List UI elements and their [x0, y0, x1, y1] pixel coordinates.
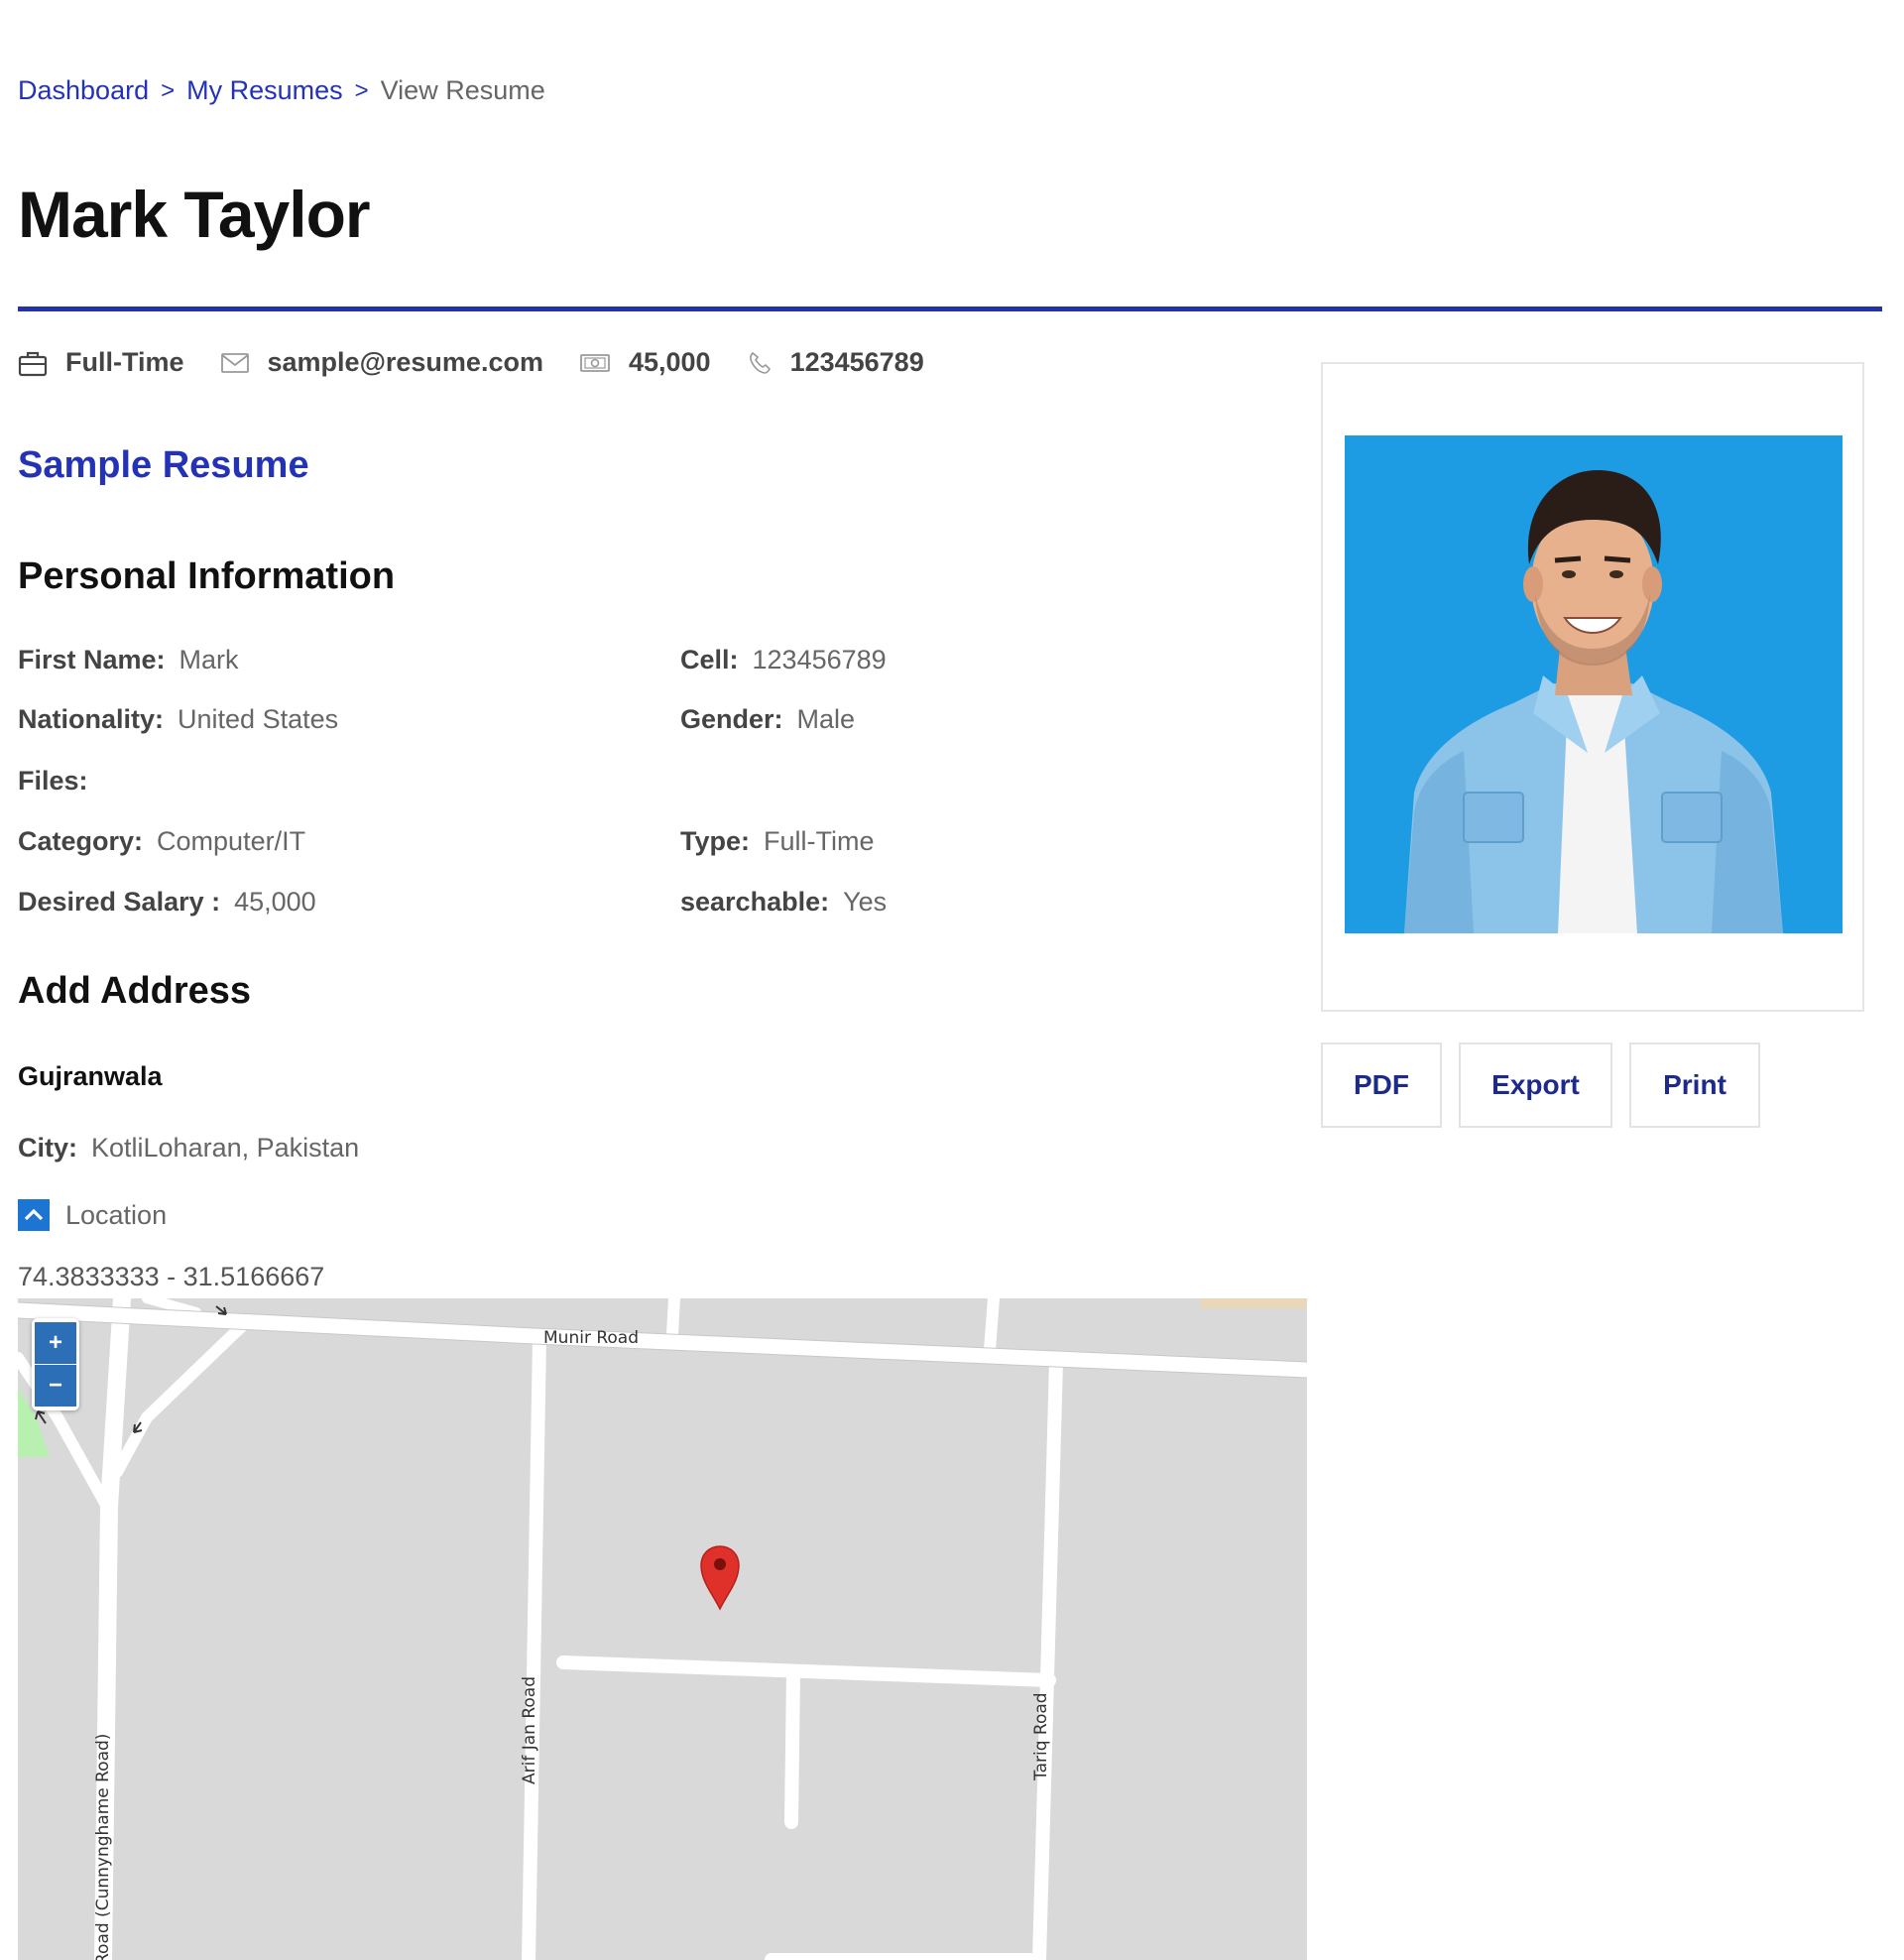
- phone-icon: [749, 351, 771, 374]
- field-value: Mark: [178, 645, 239, 674]
- map-pin-icon[interactable]: [698, 1543, 742, 1616]
- envelope-icon: [220, 352, 249, 373]
- city-field: City: KotliLoharan, Pakistan: [18, 1133, 359, 1164]
- profile-photo-card: [1321, 362, 1864, 1012]
- location-coordinates: 74.3833333 - 31.5166667: [18, 1262, 325, 1291]
- breadcrumb-current: View Resume: [380, 75, 545, 105]
- map-zoom-control: + −: [32, 1318, 79, 1410]
- first-name-field: First Name: Mark: [18, 645, 239, 675]
- gender-field: Gender: Male: [680, 704, 855, 735]
- field-label: searchable:: [680, 887, 830, 917]
- field-label: Category:: [18, 826, 144, 856]
- meta-phone: 123456789: [747, 347, 924, 378]
- desired-salary-field: Desired Salary : 45,000: [18, 887, 316, 918]
- meta-salary: 45,000: [579, 347, 711, 378]
- breadcrumb-my-resumes-link[interactable]: My Resumes: [186, 75, 343, 106]
- address-name: Gujranwala: [18, 1061, 163, 1091]
- zoom-in-button[interactable]: +: [35, 1322, 76, 1364]
- chevron-up-icon: [18, 1199, 50, 1231]
- road-label-arif-jan: Arif Jan Road: [520, 1676, 539, 1784]
- meta-email-text: sample@resume.com: [267, 347, 543, 377]
- road-label-cunnynghame: Road (Cunnynghame Road): [93, 1733, 113, 1960]
- breadcrumb-dashboard-link[interactable]: Dashboard: [18, 75, 149, 106]
- export-button[interactable]: Export: [1459, 1042, 1612, 1128]
- meta-salary-text: 45,000: [628, 347, 711, 377]
- field-label: First Name:: [18, 645, 166, 674]
- resume-meta-row: Full-Time sample@resume.com 45,000 12345…: [18, 347, 960, 378]
- meta-job-type-text: Full-Time: [65, 347, 184, 377]
- resume-title: Sample Resume: [18, 444, 309, 486]
- category-field: Category: Computer/IT: [18, 826, 305, 857]
- meta-phone-text: 123456789: [789, 347, 924, 377]
- meta-email: sample@resume.com: [220, 347, 543, 378]
- field-value: Yes: [843, 887, 888, 917]
- field-value: United States: [178, 704, 339, 734]
- breadcrumb-separator: >: [161, 76, 176, 104]
- cell-field: Cell: 123456789: [680, 645, 887, 675]
- breadcrumb: Dashboard > My Resumes > View Resume: [18, 75, 545, 106]
- field-value: Computer/IT: [157, 826, 306, 856]
- money-icon: [580, 353, 610, 372]
- type-field: Type: Full-Time: [680, 826, 875, 857]
- briefcase-icon: [18, 351, 48, 376]
- road-label-munir: Munir Road: [543, 1328, 639, 1348]
- print-button[interactable]: Print: [1629, 1042, 1760, 1128]
- field-label: Cell:: [680, 645, 739, 674]
- location-toggle[interactable]: Location: [18, 1199, 167, 1231]
- field-value: KotliLoharan, Pakistan: [91, 1133, 360, 1163]
- location-toggle-label: Location: [65, 1199, 168, 1230]
- pdf-button[interactable]: PDF: [1321, 1042, 1442, 1128]
- meta-job-type: Full-Time: [18, 347, 184, 378]
- title-divider: [18, 306, 1882, 311]
- zoom-out-button[interactable]: −: [35, 1365, 76, 1407]
- breadcrumb-separator: >: [354, 76, 369, 104]
- profile-photo: [1345, 435, 1843, 933]
- map-tiles: [18, 1298, 1307, 1960]
- field-value: 45,000: [234, 887, 316, 917]
- resume-actions: PDF Export Print: [1321, 1042, 1760, 1128]
- field-label: Nationality:: [18, 704, 165, 734]
- field-label: City:: [18, 1133, 77, 1163]
- field-label: Desired Salary :: [18, 887, 221, 917]
- searchable-field: searchable: Yes: [680, 887, 887, 918]
- field-value: 123456789: [752, 645, 887, 674]
- field-label: Files:: [18, 766, 88, 796]
- personal-info-heading: Personal Information: [18, 555, 396, 597]
- resume-page: Dashboard > My Resumes > View Resume Mar…: [0, 0, 1904, 1960]
- field-value: Full-Time: [764, 826, 875, 856]
- files-field: Files:: [18, 766, 102, 796]
- field-label: Gender:: [680, 704, 783, 734]
- location-map[interactable]: Munir Road Arif Jan Road Tariq Road Road…: [18, 1298, 1307, 1960]
- road-label-tariq: Tariq Road: [1031, 1692, 1051, 1780]
- field-value: Male: [796, 704, 856, 734]
- field-label: Type:: [680, 826, 751, 856]
- page-title: Mark Taylor: [18, 178, 371, 251]
- nationality-field: Nationality: United States: [18, 704, 338, 735]
- address-heading: Add Address: [18, 970, 252, 1012]
